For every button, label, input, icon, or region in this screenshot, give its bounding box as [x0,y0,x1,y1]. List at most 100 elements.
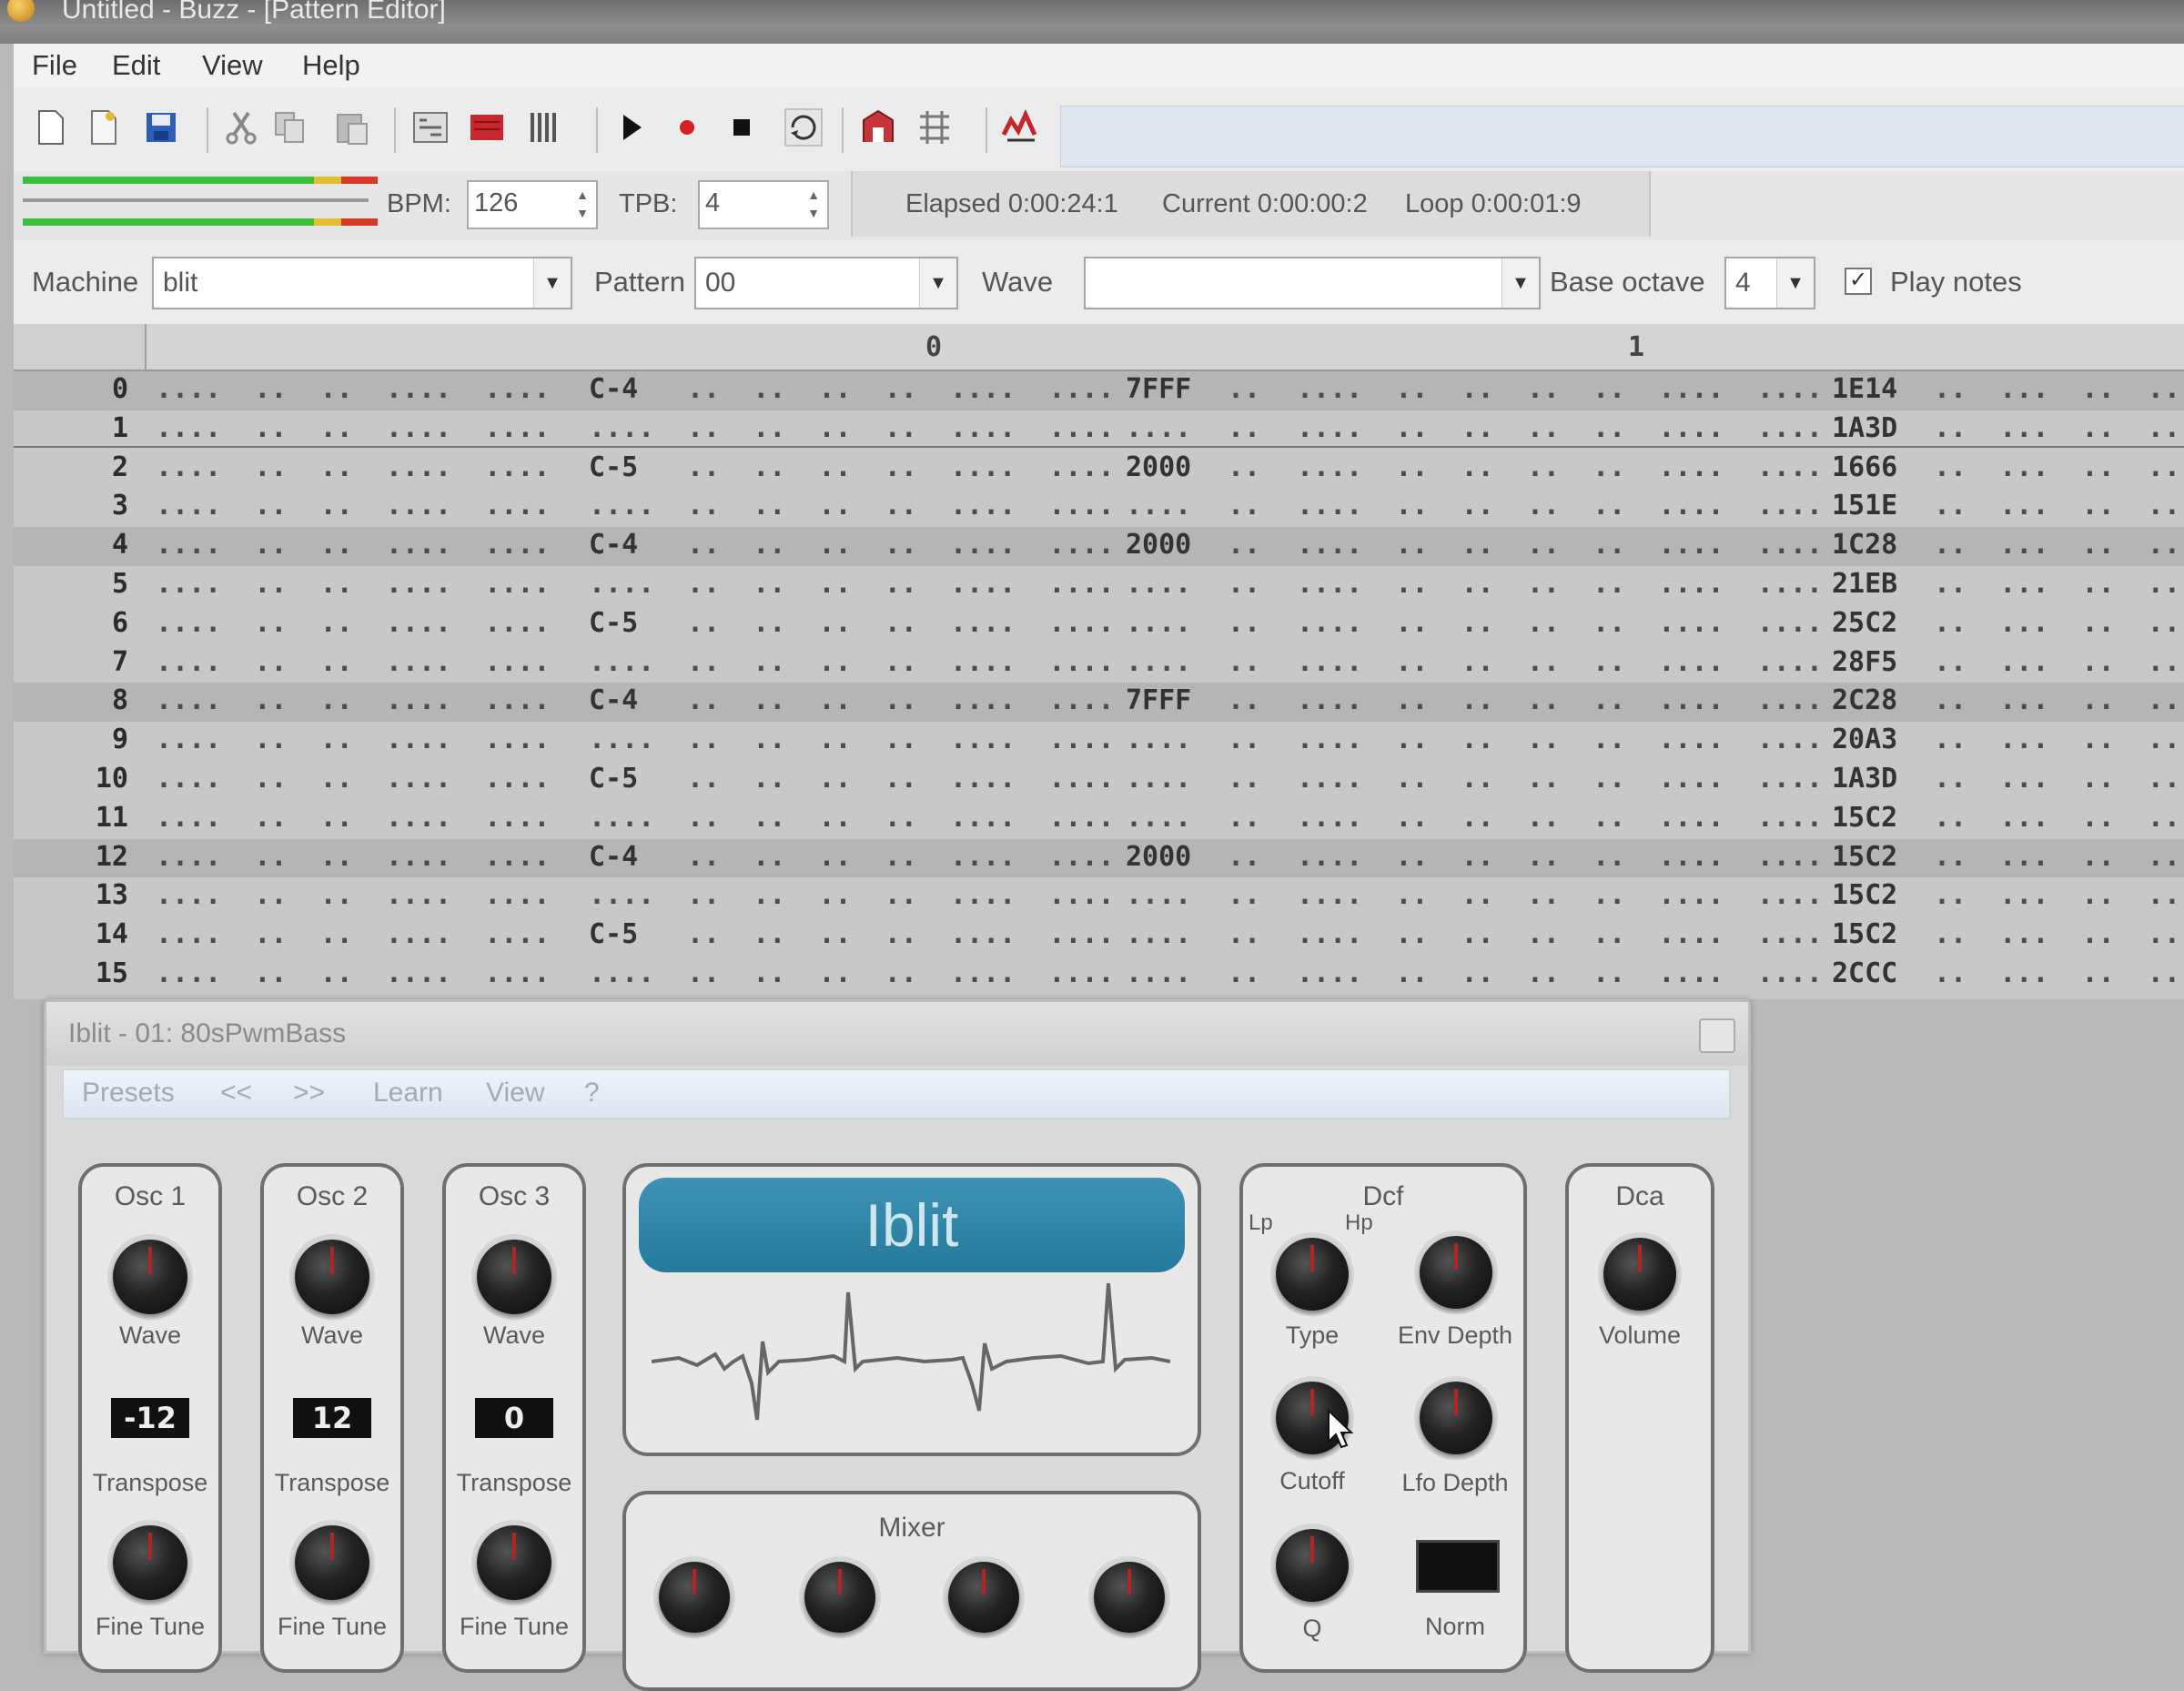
save-icon[interactable] [141,107,181,147]
machine-select[interactable]: blit ▼ [152,257,572,309]
menu-view[interactable]: View [202,49,263,82]
paste-icon[interactable] [332,107,372,147]
osc-1-fine-tune-knob[interactable] [113,1525,187,1600]
loop-icon[interactable] [784,107,824,147]
stop-icon[interactable] [722,107,762,147]
param-value-cell[interactable]: 1E14 [1832,373,1897,405]
param-value-cell[interactable]: 1C28 [1832,529,1897,561]
menu-file[interactable]: File [32,49,77,82]
tpb-spinner[interactable]: ▲▼ [698,180,829,229]
osc-1-transpose-display[interactable]: -12 [111,1398,189,1438]
mixer-osc-2-knob[interactable] [804,1562,875,1633]
param-value-cell[interactable]: 2000 [1126,841,1191,873]
pattern-row[interactable]: 10 .... .. .. .... .... C-5 .. .. .. .. ...… [14,761,2184,800]
param-value-cell[interactable]: 7FFF [1126,373,1191,405]
pattern-row[interactable]: 3 .... .. .. .... .... .. .. .. .. .... ..… [14,488,2184,527]
chevron-down-icon[interactable]: ▼ [1502,258,1539,308]
plugin-menu-prev-preset[interactable]: << [220,1078,252,1109]
param-value-cell[interactable]: 1666 [1832,451,1897,483]
plugin-menu-presets[interactable]: Presets [82,1078,175,1109]
param-value-cell[interactable]: 1A3D [1832,763,1897,795]
param-value-cell[interactable]: 7FFF [1126,684,1191,716]
master-volume-slider[interactable] [23,198,369,202]
pattern-row[interactable]: 14 .... .. .. .... .... C-5 .. .. .. .. ...… [14,916,2184,956]
plugin-menu-learn[interactable]: Learn [373,1078,443,1109]
mixer-osc-1-knob[interactable] [659,1562,730,1633]
dcf-q-knob[interactable] [1276,1529,1349,1602]
param-value-cell[interactable]: 28F5 [1832,646,1897,678]
bpm-spinner[interactable]: ▲▼ [467,180,598,229]
param-value-cell[interactable]: 21EB [1832,568,1897,600]
dca-volume-knob[interactable] [1603,1238,1676,1311]
pattern-row[interactable]: 6 .... .. .. .... .... C-5 .. .. .. .. ....… [14,605,2184,644]
param-value-cell[interactable]: 2000 [1126,529,1191,561]
osc-1-wave-knob[interactable] [113,1240,187,1314]
param-value-cell[interactable]: 2000 [1126,451,1191,483]
tpb-spin-arrows[interactable]: ▲ ▼ [802,186,825,222]
param-value-cell[interactable]: 20A3 [1832,724,1897,755]
wave-table-icon[interactable] [858,107,898,147]
note-cell[interactable]: C-5 [589,451,638,483]
bpm-spin-arrows[interactable]: ▲ ▼ [571,186,594,222]
pattern-row[interactable]: 9 .... .. .. .... .... .. .. .. .. .... ..… [14,722,2184,761]
param-value-cell[interactable]: 15C2 [1832,879,1897,911]
pattern-row[interactable]: 15 .... .. .. .... .... .. .. .. .. .... .… [14,956,2184,995]
note-cell[interactable]: C-4 [589,841,638,873]
pattern-row[interactable]: 7 .... .. .. .... .... .. .. .. .. .... ..… [14,644,2184,683]
pattern-row[interactable]: 0 .... .. .. .... .... C-4 .. .. .. .. ....… [14,371,2184,410]
osc-3-transpose-display[interactable]: 0 [475,1398,553,1438]
pattern-row[interactable]: 12 .... .. .. .... .... C-4 .. .. .. .. ...… [14,838,2184,878]
pattern-row[interactable]: 4 .... .. .. .... .... C-4 .. .. .. .. ....… [14,527,2184,566]
pattern-row[interactable]: 2 .... .. .. .... .... C-5 .. .. .. .. ....… [14,450,2184,489]
play-icon[interactable] [611,107,651,147]
dcf-env-depth-knob[interactable] [1420,1236,1492,1309]
param-value-cell[interactable]: 25C2 [1832,607,1897,639]
osc-2-wave-knob[interactable] [295,1240,369,1314]
note-cell[interactable]: C-5 [589,918,638,950]
param-value-cell[interactable]: 151E [1832,490,1897,521]
osc-2-transpose-display[interactable]: 12 [293,1398,371,1438]
pattern-grid[interactable]: 0 1 0.... .. .. .... .... C-4.. .. .. .. … [14,324,2184,999]
note-cell[interactable]: C-4 [589,373,638,405]
patterns-view-icon[interactable] [467,107,507,147]
note-cell[interactable]: C-4 [589,684,638,716]
copy-icon[interactable] [270,107,310,147]
menu-edit[interactable]: Edit [112,49,160,82]
properties-icon[interactable] [915,107,955,147]
pattern-select[interactable]: 00 ▼ [694,257,958,309]
osc-3-wave-knob[interactable] [477,1240,551,1314]
play-notes-checkbox[interactable]: ✓ [1845,268,1872,295]
osc-3-fine-tune-knob[interactable] [477,1525,551,1600]
param-value-cell[interactable]: 15C2 [1832,802,1897,834]
param-value-cell[interactable]: 1A3D [1832,412,1897,444]
menu-help[interactable]: Help [302,49,360,82]
dcf-norm-button[interactable] [1416,1540,1500,1593]
cut-icon[interactable] [221,107,261,147]
mixer-noise-knob[interactable] [1094,1562,1165,1633]
chevron-down-icon[interactable]: ▼ [533,258,571,308]
pattern-row[interactable]: 5 .... .. .. .... .... .. .. .. .. .... ..… [14,566,2184,605]
record-icon[interactable] [667,107,707,147]
close-icon[interactable] [1699,1018,1735,1053]
machines-view-icon[interactable] [410,107,450,147]
param-value-cell[interactable]: 15C2 [1832,918,1897,950]
open-icon[interactable] [83,107,123,147]
osc-2-fine-tune-knob[interactable] [295,1525,369,1600]
pattern-row[interactable]: 13 .... .. .. .... .... .. .. .. .. .... .… [14,877,2184,916]
param-value-cell[interactable]: 15C2 [1832,841,1897,873]
plugin-menu-help[interactable]: ? [584,1078,600,1109]
pattern-row[interactable]: 8 .... .. .. .... .... C-4 .. .. .. .. ....… [14,683,2184,723]
chevron-down-icon[interactable]: ▼ [919,258,956,308]
plugin-menu-view[interactable]: View [486,1078,544,1109]
mixer-osc-3-knob[interactable] [948,1562,1019,1633]
param-value-cell[interactable]: 2CCC [1832,957,1897,989]
param-value-cell[interactable]: 2C28 [1832,684,1897,716]
base-octave-select[interactable]: 4 ▼ [1724,257,1815,309]
plugin-menu-next-preset[interactable]: >> [293,1078,325,1109]
dcf-lfo-depth-knob[interactable] [1420,1382,1492,1454]
chevron-down-icon[interactable]: ▼ [1776,258,1814,308]
note-cell[interactable]: C-4 [589,529,638,561]
new-icon[interactable] [30,107,70,147]
pattern-row[interactable]: 11 .... .. .. .... .... .. .. .. .. .... .… [14,800,2184,839]
sequence-view-icon[interactable] [525,107,565,147]
